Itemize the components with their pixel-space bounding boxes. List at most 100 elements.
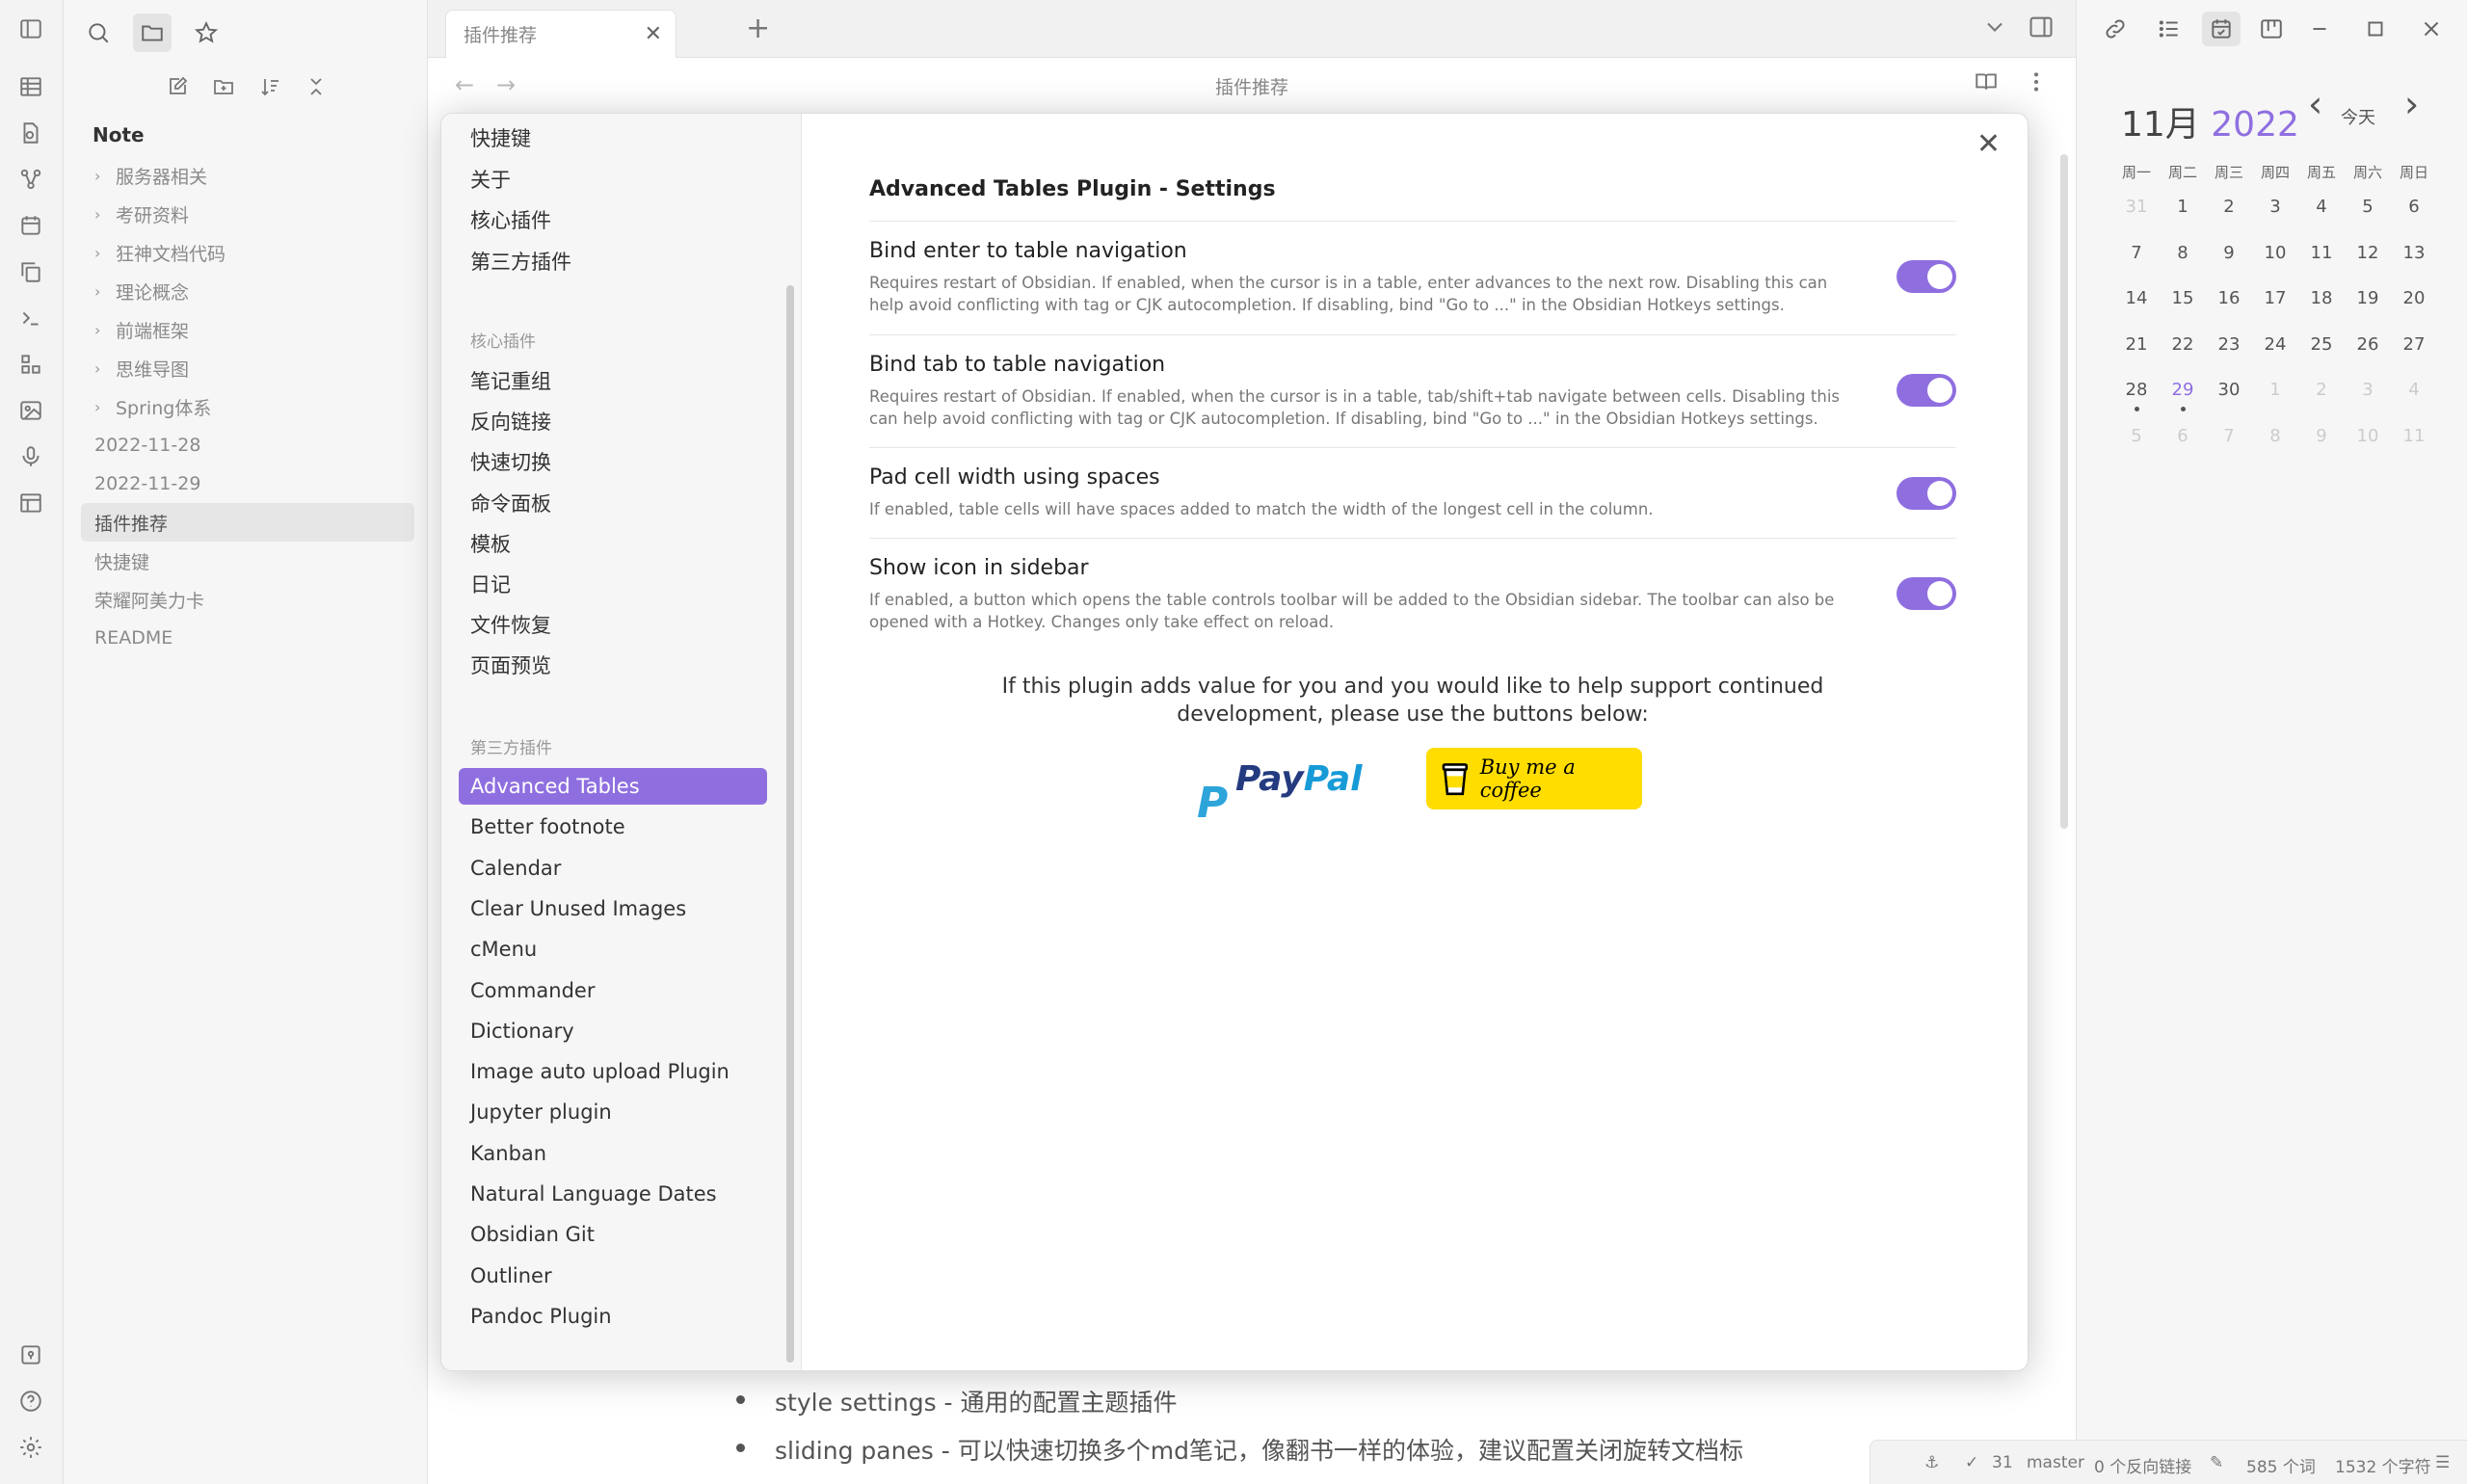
calendar-today-button[interactable]: 今天 xyxy=(2341,104,2375,129)
note-item[interactable]: 荣耀阿美力卡 xyxy=(81,580,414,619)
note-item[interactable]: 2022-11-28 xyxy=(81,426,414,464)
calendar-day[interactable]: 3 xyxy=(2252,189,2298,235)
note-item[interactable]: 2022-11-29 xyxy=(81,464,414,503)
calendar-day[interactable]: 21 xyxy=(2113,327,2160,373)
calendar-day[interactable]: 29 xyxy=(2160,372,2206,418)
calendar-day[interactable]: 2 xyxy=(2298,372,2345,418)
minimize-icon[interactable] xyxy=(2300,12,2339,46)
star-icon[interactable] xyxy=(187,13,225,52)
core-plugin-item[interactable]: 文件恢复 xyxy=(459,606,767,643)
community-plugin-item[interactable]: cMenu xyxy=(459,931,767,967)
new-folder-icon[interactable] xyxy=(206,69,241,104)
folder-item[interactable]: › 理论概念 xyxy=(81,272,414,310)
calendar-day[interactable]: 26 xyxy=(2345,327,2391,373)
paypal-button[interactable]: P PayPal xyxy=(1187,750,1380,829)
calendar-day[interactable]: 9 xyxy=(2298,418,2345,464)
help-icon[interactable] xyxy=(15,1386,46,1417)
calendar-day[interactable]: 8 xyxy=(2252,418,2298,464)
calendar-day[interactable]: 28 xyxy=(2113,372,2160,418)
note-item[interactable]: 快捷键 xyxy=(81,542,414,580)
folder-item[interactable]: › 思维导图 xyxy=(81,349,414,387)
canvas-icon[interactable] xyxy=(15,395,46,426)
community-plugin-item[interactable]: Jupyter plugin xyxy=(459,1094,767,1130)
calendar-day[interactable]: 6 xyxy=(2391,189,2437,235)
community-plugin-item[interactable]: Kanban xyxy=(459,1135,767,1172)
more-options-icon[interactable] xyxy=(2024,69,2049,98)
calendar-day[interactable]: 1 xyxy=(2252,372,2298,418)
calendar-day[interactable]: 20 xyxy=(2391,280,2437,327)
table-icon[interactable] xyxy=(15,71,46,102)
calendar-day[interactable]: 10 xyxy=(2252,235,2298,281)
status-menu-icon[interactable]: ☰ xyxy=(2435,1453,2450,1472)
buy-me-a-coffee-button[interactable]: Buy me a coffee xyxy=(1426,748,1642,809)
community-plugin-item[interactable]: Obsidian Git xyxy=(459,1216,767,1253)
folder-item[interactable]: › 服务器相关 xyxy=(81,156,414,195)
kanban-icon[interactable] xyxy=(2252,12,2291,46)
calendar-day[interactable]: 5 xyxy=(2113,418,2160,464)
core-plugin-item[interactable]: 笔记重组 xyxy=(459,362,767,399)
calendar-day[interactable]: 2 xyxy=(2206,189,2252,235)
calendar-day[interactable]: 15 xyxy=(2160,280,2206,327)
calendar-day[interactable]: 4 xyxy=(2391,372,2437,418)
settings-nav-item[interactable]: 关于 xyxy=(459,161,767,198)
calendar-day[interactable]: 18 xyxy=(2298,280,2345,327)
reading-view-icon[interactable] xyxy=(1974,69,1999,98)
folder-item[interactable]: › 前端框架 xyxy=(81,310,414,349)
community-plugin-item[interactable]: Image auto upload Plugin xyxy=(459,1053,767,1090)
sort-icon[interactable] xyxy=(252,69,287,104)
note-item[interactable]: 插件推荐 xyxy=(81,503,414,542)
core-plugin-item[interactable]: 反向链接 xyxy=(459,403,767,439)
new-tab-button[interactable]: + xyxy=(746,12,770,45)
plugin-item-active[interactable]: Advanced Tables xyxy=(459,768,767,805)
terminal-icon[interactable] xyxy=(15,303,46,333)
note-item[interactable]: README xyxy=(81,619,414,657)
core-plugin-item[interactable]: 页面预览 xyxy=(459,647,767,683)
tab-plugin-recommend[interactable]: 插件推荐 ✕ xyxy=(445,10,676,58)
blocks-icon[interactable] xyxy=(15,349,46,380)
git-branch[interactable]: master xyxy=(2027,1453,2084,1472)
anchor-icon[interactable]: ⚓ xyxy=(1924,1453,1939,1472)
core-plugin-item[interactable]: 日记 xyxy=(459,566,767,602)
community-plugin-item[interactable]: Outliner xyxy=(459,1258,767,1294)
collapse-all-icon[interactable] xyxy=(299,69,333,104)
close-tab-icon[interactable]: ✕ xyxy=(645,22,662,46)
settings-nav-item[interactable]: 第三方插件 xyxy=(459,243,767,279)
setting-toggle[interactable] xyxy=(1897,477,1956,510)
folder-item[interactable]: › 考研资料 xyxy=(81,195,414,233)
community-plugin-item[interactable]: Pandoc Plugin xyxy=(459,1298,767,1335)
file-search-icon[interactable] xyxy=(15,118,46,148)
daily-note-icon[interactable] xyxy=(15,210,46,241)
calendar-day[interactable]: 25 xyxy=(2298,327,2345,373)
core-plugin-item[interactable]: 命令面板 xyxy=(459,485,767,521)
outline-list-icon[interactable] xyxy=(2150,12,2188,46)
calendar-day[interactable]: 24 xyxy=(2252,327,2298,373)
setting-toggle[interactable] xyxy=(1897,577,1956,610)
microphone-icon[interactable] xyxy=(15,441,46,472)
calendar-day[interactable]: 10 xyxy=(2345,418,2391,464)
core-plugin-item[interactable]: 模板 xyxy=(459,525,767,562)
backlink-count[interactable]: 0 个反向链接 xyxy=(2094,1453,2191,1477)
calendar-day[interactable]: 7 xyxy=(2113,235,2160,281)
folder-icon[interactable] xyxy=(133,13,172,52)
settings-nav-item[interactable]: 快捷键 xyxy=(459,119,767,156)
layout-icon[interactable] xyxy=(15,488,46,518)
copy-icon[interactable] xyxy=(15,256,46,287)
graph-icon[interactable] xyxy=(15,164,46,195)
calendar-day[interactable]: 4 xyxy=(2298,189,2345,235)
setting-toggle[interactable] xyxy=(1897,374,1956,407)
toggle-right-sidebar-icon[interactable] xyxy=(2028,13,2055,44)
calendar-next-icon[interactable]: › xyxy=(2404,83,2419,125)
calendar-day[interactable]: 9 xyxy=(2206,235,2252,281)
community-plugin-item[interactable]: Dictionary xyxy=(459,1013,767,1049)
calendar-day[interactable]: 31 xyxy=(2113,189,2160,235)
calendar-day[interactable]: 5 xyxy=(2345,189,2391,235)
settings-nav-scrollbar[interactable] xyxy=(786,285,794,1363)
folder-item[interactable]: › Spring体系 xyxy=(81,387,414,426)
calendar-day[interactable]: 11 xyxy=(2391,418,2437,464)
calendar-day[interactable]: 13 xyxy=(2391,235,2437,281)
folder-item[interactable]: › 狂神文档代码 xyxy=(81,233,414,272)
setting-toggle[interactable] xyxy=(1897,260,1956,293)
edit-icon[interactable]: ✎ xyxy=(2210,1453,2223,1472)
close-modal-icon[interactable]: ✕ xyxy=(1976,127,2001,161)
community-plugin-item[interactable]: Natural Language Dates xyxy=(459,1176,767,1212)
